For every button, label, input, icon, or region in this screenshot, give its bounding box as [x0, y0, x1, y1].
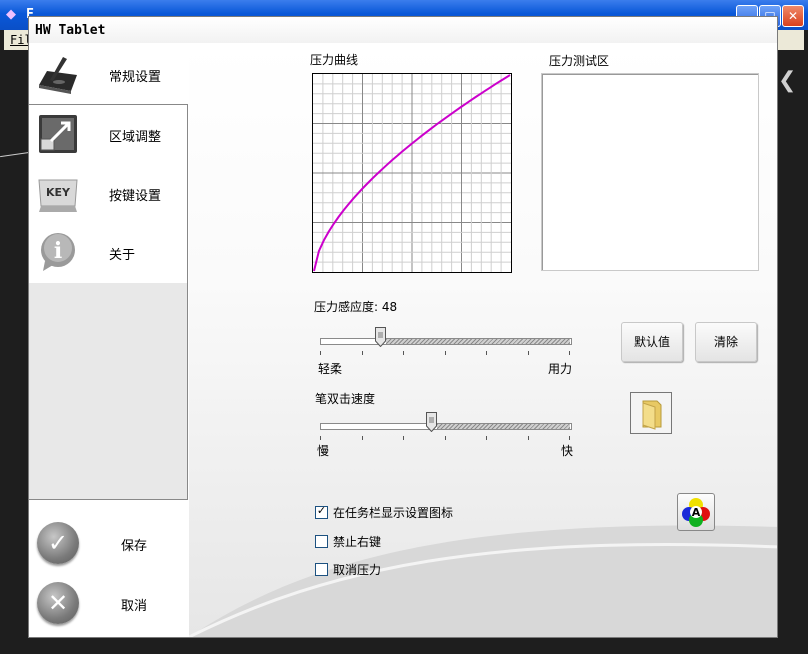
- pressure-test-label: 压力测试区: [549, 54, 610, 68]
- hw-tablet-dialog: HW Tablet 常规设置 区域调整 KEY 按键设置 i 关于 ✓ 保存 ✕…: [28, 16, 778, 638]
- background-line: [0, 151, 30, 158]
- dialog-title: HW Tablet: [35, 23, 106, 38]
- option-label: 取消压力: [333, 563, 382, 577]
- slider-tick: [569, 436, 570, 440]
- pressure-sensitivity-slider[interactable]: [320, 327, 572, 367]
- option-label: 禁止右键: [333, 535, 382, 549]
- pressure-test-area[interactable]: [541, 73, 759, 271]
- sidebar-item-label: 区域调整: [109, 130, 162, 145]
- slider-tick: [362, 436, 363, 440]
- slider-tick: [403, 436, 404, 440]
- slider-tick: [320, 351, 321, 355]
- dialog-titlebar[interactable]: HW Tablet: [29, 17, 777, 43]
- svg-text:A: A: [692, 506, 701, 519]
- chevron-left-icon: ❮: [778, 68, 797, 93]
- slider-tick: [320, 436, 321, 440]
- key-icon: KEY: [38, 179, 78, 212]
- option-cancel-pressure[interactable]: 取消压力: [315, 561, 565, 579]
- hard-label: 用力: [548, 362, 573, 376]
- sidebar-item-keys[interactable]: KEY 按键设置: [29, 164, 187, 222]
- option-checkbox[interactable]: ✓: [315, 504, 328, 519]
- sidebar-item-general[interactable]: 常规设置: [29, 45, 188, 103]
- slider-tick: [362, 351, 363, 355]
- color-balls-icon: A: [682, 498, 710, 527]
- app-diamond-icon: ◆: [6, 7, 16, 22]
- save-button[interactable]: ✓ 保存: [37, 522, 187, 572]
- folder-icon: [642, 400, 662, 430]
- checkmark-icon: ✓: [316, 504, 327, 517]
- cancel-button[interactable]: ✕ 取消: [37, 582, 187, 632]
- slider-thumb[interactable]: [375, 327, 386, 347]
- slider-fill: [437, 424, 570, 429]
- soft-label: 轻柔: [318, 362, 343, 376]
- double-click-speed-label: 笔双击速度: [315, 392, 376, 406]
- info-icon-text: i: [54, 238, 62, 264]
- area-resize-icon: [39, 115, 77, 153]
- option-checkbox[interactable]: [315, 535, 328, 548]
- slow-label: 慢: [317, 444, 330, 458]
- pressure-sensitivity-label: 压力感应度: 48: [314, 300, 398, 314]
- slider-tick: [528, 351, 529, 355]
- sidebar-item-label: 常规设置: [109, 70, 162, 85]
- sidebar: 常规设置 区域调整 KEY 按键设置 i 关于: [29, 45, 189, 501]
- slider-thumb[interactable]: [426, 412, 437, 432]
- sidebar-item-label: 关于: [109, 248, 136, 263]
- pressure-curve-svg: [313, 74, 511, 272]
- slider-tick: [445, 436, 446, 440]
- sidebar-item-area[interactable]: 区域调整: [29, 105, 187, 163]
- save-label: 保存: [121, 539, 148, 554]
- key-icon-text: KEY: [46, 186, 71, 199]
- slider-tick: [445, 351, 446, 355]
- color-balls-button[interactable]: A: [677, 493, 715, 531]
- slider-tick: [569, 351, 570, 355]
- clear-button[interactable]: 清除: [695, 322, 757, 362]
- slider-tick: [486, 351, 487, 355]
- pressure-curve-label: 压力曲线: [310, 53, 359, 67]
- sidebar-empty-panel: [29, 283, 188, 500]
- cancel-label: 取消: [121, 599, 148, 614]
- slider-tick: [528, 436, 529, 440]
- double-click-test-area[interactable]: [630, 392, 672, 434]
- pressure-curve-graph[interactable]: [312, 73, 512, 273]
- info-icon: i: [41, 233, 75, 271]
- option-label: 在任务栏显示设置图标: [333, 506, 454, 520]
- sidebar-item-label: 按键设置: [109, 189, 162, 204]
- option-show-tray-icon[interactable]: ✓ 在任务栏显示设置图标: [315, 504, 565, 522]
- sidebar-item-about[interactable]: i 关于: [29, 223, 187, 281]
- double-click-speed-slider[interactable]: [320, 412, 572, 452]
- sidebar-group: 区域调整 KEY 按键设置 i 关于: [29, 104, 188, 284]
- default-button[interactable]: 默认值: [621, 322, 683, 362]
- close-icon: ✕: [37, 582, 79, 624]
- slider-tick: [403, 351, 404, 355]
- slider-tick: [486, 436, 487, 440]
- option-disable-right-click[interactable]: 禁止右键: [315, 533, 565, 551]
- option-checkbox[interactable]: [315, 563, 328, 576]
- close-button[interactable]: ✕: [782, 5, 804, 27]
- slider-fill: [386, 339, 570, 344]
- fast-label: 快: [561, 444, 574, 458]
- check-icon: ✓: [37, 522, 79, 564]
- tablet-pen-icon: [39, 57, 77, 94]
